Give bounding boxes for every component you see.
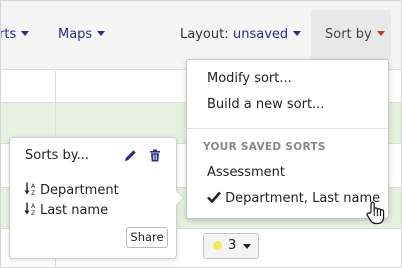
- sort-field-label: Last name: [40, 203, 109, 218]
- count-badge-dropdown[interactable]: 3: [203, 233, 259, 259]
- menu-item-build-new-sort[interactable]: Build a new sort...: [207, 97, 324, 112]
- saved-sort-label: Department, Last name: [225, 191, 381, 206]
- maps-menu-label: Maps: [58, 27, 93, 42]
- status-dot: [213, 241, 222, 250]
- sort-by-label: Sort by: [325, 27, 372, 42]
- sort-ascending-icon: A Z: [24, 182, 36, 197]
- pencil-icon[interactable]: [124, 147, 137, 166]
- sort-preview-popover: Sorts by... A Z Department A Z Last name…: [9, 137, 184, 259]
- maps-menu[interactable]: Maps: [58, 27, 106, 42]
- hand-cursor-icon: [366, 201, 385, 225]
- svg-text:A: A: [31, 183, 36, 190]
- sort-ascending-icon: A Z: [24, 202, 36, 217]
- saved-sort-assessment[interactable]: Assessment: [207, 165, 285, 180]
- layout-select[interactable]: unsaved: [233, 27, 302, 42]
- svg-text:A: A: [31, 203, 36, 210]
- popover-title: Sorts by...: [25, 148, 90, 163]
- badge-value: 3: [228, 238, 237, 253]
- saved-sort-department-last-name[interactable]: Department, Last name: [207, 191, 380, 206]
- svg-text:Z: Z: [31, 190, 35, 196]
- saved-sorts-header: YOUR SAVED SORTS: [203, 141, 326, 153]
- sort-field-last-name: A Z Last name: [24, 202, 108, 218]
- sort-dropdown-menu: Modify sort... Build a new sort... YOUR …: [186, 59, 389, 219]
- checkmark-icon: [207, 191, 221, 204]
- sort-field-department: A Z Department: [24, 182, 119, 198]
- reports-menu[interactable]: rts: [0, 27, 30, 42]
- chevron-down-icon: [243, 244, 251, 249]
- sort-by-button[interactable]: Sort by: [311, 10, 391, 60]
- layout-value: unsaved: [233, 27, 289, 42]
- sort-field-label: Department: [40, 183, 119, 198]
- share-button[interactable]: Share: [126, 227, 168, 248]
- popover-arrow-inner: [176, 191, 183, 205]
- menu-divider: [187, 128, 388, 129]
- menu-item-modify-sort[interactable]: Modify sort...: [207, 71, 292, 86]
- svg-text:Z: Z: [31, 210, 35, 216]
- layout-label: Layout:: [180, 27, 229, 42]
- chevron-down-icon: [293, 31, 302, 36]
- chevron-down-icon: [376, 31, 385, 36]
- app-frame: rts Maps Layout: unsaved Sort by Modify …: [0, 0, 402, 268]
- chevron-down-icon: [21, 31, 30, 36]
- trash-icon[interactable]: [149, 147, 161, 166]
- chevron-down-icon: [97, 31, 106, 36]
- reports-menu-label: rts: [0, 27, 17, 42]
